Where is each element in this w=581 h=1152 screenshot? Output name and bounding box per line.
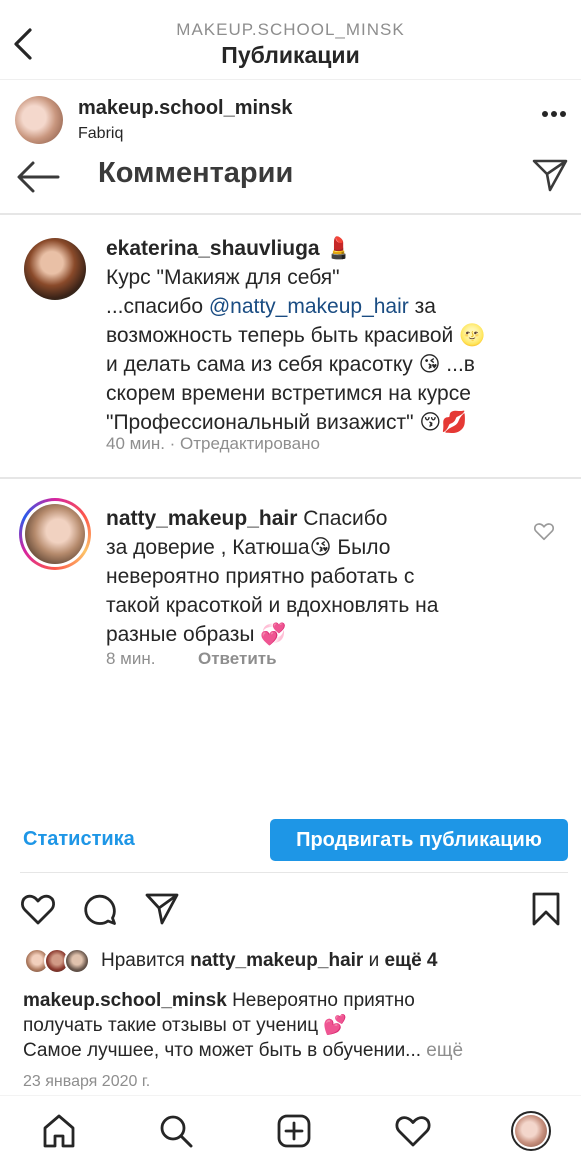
- comment-username: ekaterina_shauvliuga: [106, 237, 320, 260]
- likes-prefix: Нравится: [101, 950, 191, 971]
- comment-text: ekaterina_shauvliuga 💄 Курс "Макияж для …: [106, 234, 546, 437]
- comments-send-icon: [532, 158, 568, 192]
- post-location[interactable]: Fabriq: [78, 125, 123, 143]
- share-send-icon[interactable]: [144, 892, 180, 926]
- avatar: [64, 948, 90, 974]
- comment-line: ...спасибо: [106, 295, 209, 318]
- likes-count[interactable]: ещё 4: [384, 950, 437, 971]
- bookmark-icon[interactable]: [531, 892, 561, 926]
- like-heart-icon[interactable]: [20, 892, 56, 926]
- promote-post-button[interactable]: Продвигать публикацию: [270, 819, 568, 861]
- comment-line: "Профессиональный визажист" 😚💋: [106, 411, 468, 434]
- post-caption: makeup.school_minsk Невероятно приятно п…: [23, 988, 553, 1063]
- comment-time: 40 мин.: [106, 434, 165, 453]
- profile-avatar[interactable]: [511, 1111, 551, 1151]
- story-ring-avatar: [19, 498, 91, 570]
- post-date: 23 января 2020 г.: [23, 1073, 151, 1090]
- add-post-icon[interactable]: [276, 1113, 312, 1149]
- comment-mention: @natty_makeup_hair: [208, 295, 409, 318]
- comment-line: такой красоткой и вдохновлять на: [106, 594, 439, 617]
- search-icon[interactable]: [158, 1113, 194, 1149]
- comments-divider: [0, 213, 581, 215]
- page-title: Публикации: [221, 42, 360, 68]
- likes-middle: и: [363, 950, 385, 971]
- divider: [20, 872, 568, 873]
- caption-line: Самое лучшее, что может быть в обучении.…: [23, 1040, 422, 1061]
- comments-back-arrow-icon: [16, 160, 60, 194]
- comment-line: Курс "Макияж для себя": [106, 266, 340, 289]
- caption-line: Невероятно приятно: [226, 990, 415, 1011]
- comment-icon[interactable]: [82, 891, 118, 927]
- activity-heart-icon[interactable]: [394, 1113, 432, 1149]
- caption-more-link[interactable]: ещё: [421, 1040, 463, 1061]
- comment-time: 8 мин.: [106, 649, 156, 668]
- comment-meta: 40 мин. · Отредактировано: [106, 434, 320, 454]
- comment-line: скорем времени встретимся на курсе: [106, 382, 471, 405]
- comment-line: невероятно приятно работать с: [106, 565, 415, 588]
- comment-edited: · Отредактировано: [164, 434, 320, 453]
- comment-line: разные образы 💞: [106, 623, 287, 646]
- likes-summary[interactable]: Нравится natty_makeup_hair и ещё 4: [101, 950, 438, 972]
- comment-line: возможность теперь быть красивой 🌝: [106, 324, 486, 347]
- post-author-avatar[interactable]: [15, 96, 63, 144]
- comment-like-heart-icon: [533, 520, 555, 542]
- likers-avatars[interactable]: [24, 948, 94, 976]
- post-header: [0, 80, 581, 160]
- comment-line: за доверие , Катюша😘 Было: [106, 536, 391, 559]
- comment-line: за: [408, 295, 436, 318]
- comments-divider: [0, 477, 581, 479]
- more-options-icon[interactable]: [541, 110, 567, 118]
- comment-reply-link: Ответить: [198, 649, 277, 668]
- comments-title: Комментарии: [98, 157, 294, 189]
- commenter-avatar: [24, 238, 86, 300]
- caption-username[interactable]: makeup.school_minsk: [23, 990, 227, 1011]
- statistics-link[interactable]: Статистика: [23, 828, 135, 851]
- post-author-username[interactable]: makeup.school_minsk: [78, 97, 293, 120]
- comment-text: natty_makeup_hair Спасибо за доверие , К…: [106, 504, 506, 649]
- liker-username[interactable]: natty_makeup_hair: [190, 950, 363, 971]
- caption-line: получать такие отзывы от учениц 💕: [23, 1015, 348, 1036]
- comment-line: Спасибо: [297, 507, 388, 530]
- home-icon[interactable]: [41, 1113, 77, 1149]
- lipstick-emoji: 💄: [325, 237, 352, 260]
- account-caps-label: MAKEUP.SCHOOL_MINSK: [176, 20, 405, 39]
- comment-username: natty_makeup_hair: [106, 507, 298, 530]
- comment-line: и делать сама из себя красотку 😘 ...в: [106, 353, 475, 376]
